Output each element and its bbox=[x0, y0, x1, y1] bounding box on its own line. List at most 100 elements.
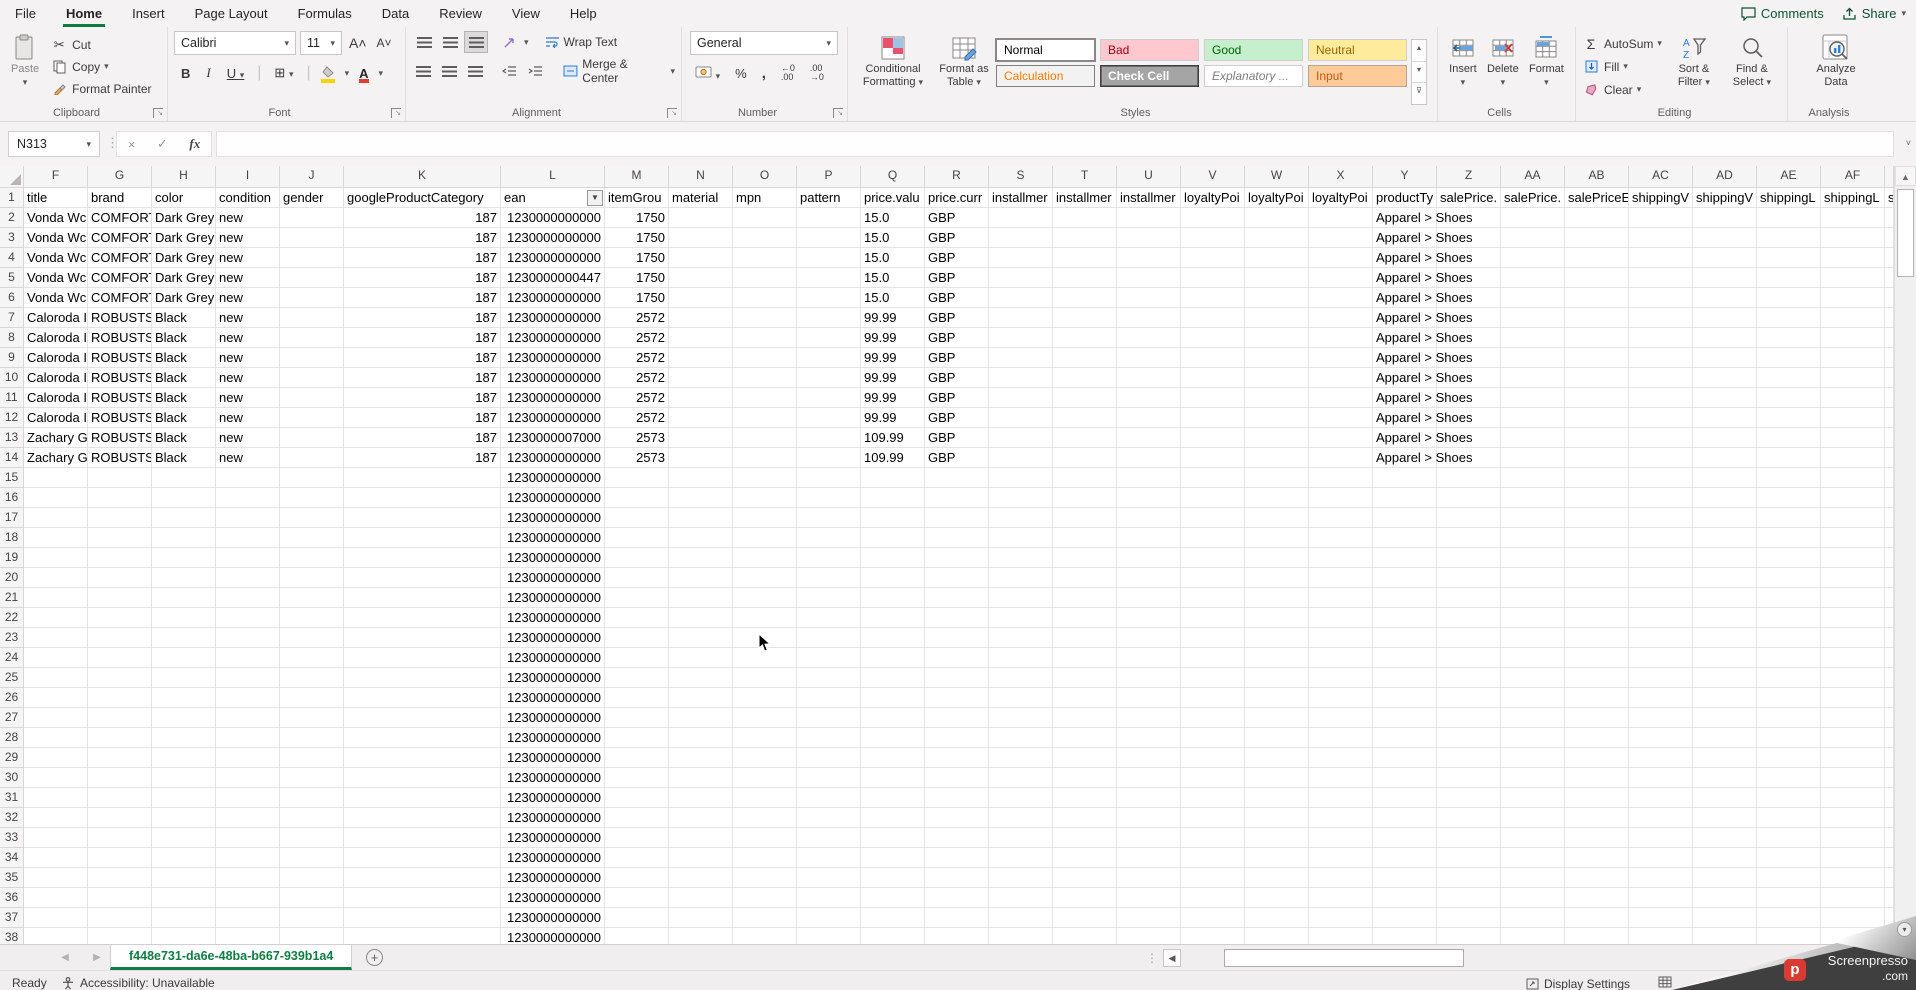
cell-V30[interactable] bbox=[1181, 768, 1245, 788]
cell-AA38[interactable] bbox=[1501, 928, 1565, 944]
cell-O32[interactable] bbox=[733, 808, 797, 828]
cell-Q23[interactable] bbox=[861, 628, 925, 648]
cell-X10[interactable] bbox=[1309, 368, 1373, 388]
cell-AC16[interactable] bbox=[1629, 488, 1693, 508]
cell-G21[interactable] bbox=[88, 588, 152, 608]
cell-AE6[interactable] bbox=[1757, 288, 1821, 308]
cell-X7[interactable] bbox=[1309, 308, 1373, 328]
cell-R23[interactable] bbox=[925, 628, 989, 648]
cell-M26[interactable] bbox=[605, 688, 669, 708]
cell-Q25[interactable] bbox=[861, 668, 925, 688]
cell-P23[interactable] bbox=[797, 628, 861, 648]
cell-AG22[interactable] bbox=[1885, 608, 1894, 628]
cell-H18[interactable] bbox=[152, 528, 216, 548]
cell-M16[interactable] bbox=[605, 488, 669, 508]
row-header-8[interactable]: 8 bbox=[0, 328, 24, 348]
cell-P31[interactable] bbox=[797, 788, 861, 808]
cell-S15[interactable] bbox=[989, 468, 1053, 488]
cell-AE12[interactable] bbox=[1757, 408, 1821, 428]
cell-G12[interactable]: ROBUSTSH bbox=[88, 408, 152, 428]
row-header-31[interactable]: 31 bbox=[0, 788, 24, 808]
cell-AD1[interactable]: shippingV bbox=[1693, 188, 1757, 208]
cell-F3[interactable]: Vonda Wc bbox=[24, 228, 88, 248]
cell-H38[interactable] bbox=[152, 928, 216, 944]
cell-S19[interactable] bbox=[989, 548, 1053, 568]
cell-AF13[interactable] bbox=[1821, 428, 1885, 448]
cell-W35[interactable] bbox=[1245, 868, 1309, 888]
cell-AC14[interactable] bbox=[1629, 448, 1693, 468]
column-header-AA[interactable]: AA bbox=[1501, 166, 1565, 188]
cell-H26[interactable] bbox=[152, 688, 216, 708]
cell-Y20[interactable] bbox=[1373, 568, 1437, 588]
row-header-36[interactable]: 36 bbox=[0, 888, 24, 908]
cell-N22[interactable] bbox=[669, 608, 733, 628]
cell-O5[interactable] bbox=[733, 268, 797, 288]
cell-S9[interactable] bbox=[989, 348, 1053, 368]
cell-G28[interactable] bbox=[88, 728, 152, 748]
ribbon-tab-view[interactable]: View bbox=[497, 0, 555, 27]
cell-J5[interactable] bbox=[280, 268, 344, 288]
cell-X38[interactable] bbox=[1309, 928, 1373, 944]
cell-W16[interactable] bbox=[1245, 488, 1309, 508]
cell-AA17[interactable] bbox=[1501, 508, 1565, 528]
cell-L10[interactable]: 1230000000000 bbox=[501, 368, 605, 388]
column-header-Q[interactable]: Q bbox=[861, 166, 925, 188]
cell-Y13[interactable]: Apparel > Shoes bbox=[1373, 428, 1437, 448]
cell-V19[interactable] bbox=[1181, 548, 1245, 568]
cell-X15[interactable] bbox=[1309, 468, 1373, 488]
cell-V15[interactable] bbox=[1181, 468, 1245, 488]
cell-J32[interactable] bbox=[280, 808, 344, 828]
cell-T7[interactable] bbox=[1053, 308, 1117, 328]
cell-W21[interactable] bbox=[1245, 588, 1309, 608]
cell-AC4[interactable] bbox=[1629, 248, 1693, 268]
cell-U15[interactable] bbox=[1117, 468, 1181, 488]
cell-AC27[interactable] bbox=[1629, 708, 1693, 728]
cell-Z19[interactable] bbox=[1437, 548, 1501, 568]
cell-AF23[interactable] bbox=[1821, 628, 1885, 648]
cell-T6[interactable] bbox=[1053, 288, 1117, 308]
cell-V7[interactable] bbox=[1181, 308, 1245, 328]
cell-K22[interactable] bbox=[344, 608, 501, 628]
cell-J7[interactable] bbox=[280, 308, 344, 328]
column-header-P[interactable]: P bbox=[797, 166, 861, 188]
cell-S3[interactable] bbox=[989, 228, 1053, 248]
row-header-17[interactable]: 17 bbox=[0, 508, 24, 528]
cell-Q9[interactable]: 99.99 bbox=[861, 348, 925, 368]
row-header-19[interactable]: 19 bbox=[0, 548, 24, 568]
cell-AA21[interactable] bbox=[1501, 588, 1565, 608]
cell-N15[interactable] bbox=[669, 468, 733, 488]
cell-U9[interactable] bbox=[1117, 348, 1181, 368]
cell-F11[interactable]: Caloroda I bbox=[24, 388, 88, 408]
cell-M6[interactable]: 1750 bbox=[605, 288, 669, 308]
cell-Y1[interactable]: productTy bbox=[1373, 188, 1437, 208]
cell-AG16[interactable] bbox=[1885, 488, 1894, 508]
cell-P4[interactable] bbox=[797, 248, 861, 268]
cell-R33[interactable] bbox=[925, 828, 989, 848]
cell-W31[interactable] bbox=[1245, 788, 1309, 808]
decrease-decimal-button[interactable]: .00→0 bbox=[807, 64, 827, 82]
cell-AE36[interactable] bbox=[1757, 888, 1821, 908]
row-header-20[interactable]: 20 bbox=[0, 568, 24, 588]
cell-AF17[interactable] bbox=[1821, 508, 1885, 528]
cell-N32[interactable] bbox=[669, 808, 733, 828]
cell-AG28[interactable] bbox=[1885, 728, 1894, 748]
cell-L2[interactable]: 1230000000000 bbox=[501, 208, 605, 228]
cell-Q15[interactable] bbox=[861, 468, 925, 488]
cell-Y19[interactable] bbox=[1373, 548, 1437, 568]
row-header-35[interactable]: 35 bbox=[0, 868, 24, 888]
cell-G23[interactable] bbox=[88, 628, 152, 648]
cell-N13[interactable] bbox=[669, 428, 733, 448]
cell-F23[interactable] bbox=[24, 628, 88, 648]
cell-Q13[interactable]: 109.99 bbox=[861, 428, 925, 448]
cell-AF4[interactable] bbox=[1821, 248, 1885, 268]
cell-I12[interactable]: new bbox=[216, 408, 280, 428]
cell-W2[interactable] bbox=[1245, 208, 1309, 228]
scroll-up-arrow-icon[interactable]: ▲ bbox=[1895, 166, 1916, 186]
cell-T11[interactable] bbox=[1053, 388, 1117, 408]
cell-AC18[interactable] bbox=[1629, 528, 1693, 548]
cell-I34[interactable] bbox=[216, 848, 280, 868]
cell-Y31[interactable] bbox=[1373, 788, 1437, 808]
cell-AF27[interactable] bbox=[1821, 708, 1885, 728]
cell-G14[interactable]: ROBUSTSH bbox=[88, 448, 152, 468]
cell-AE13[interactable] bbox=[1757, 428, 1821, 448]
